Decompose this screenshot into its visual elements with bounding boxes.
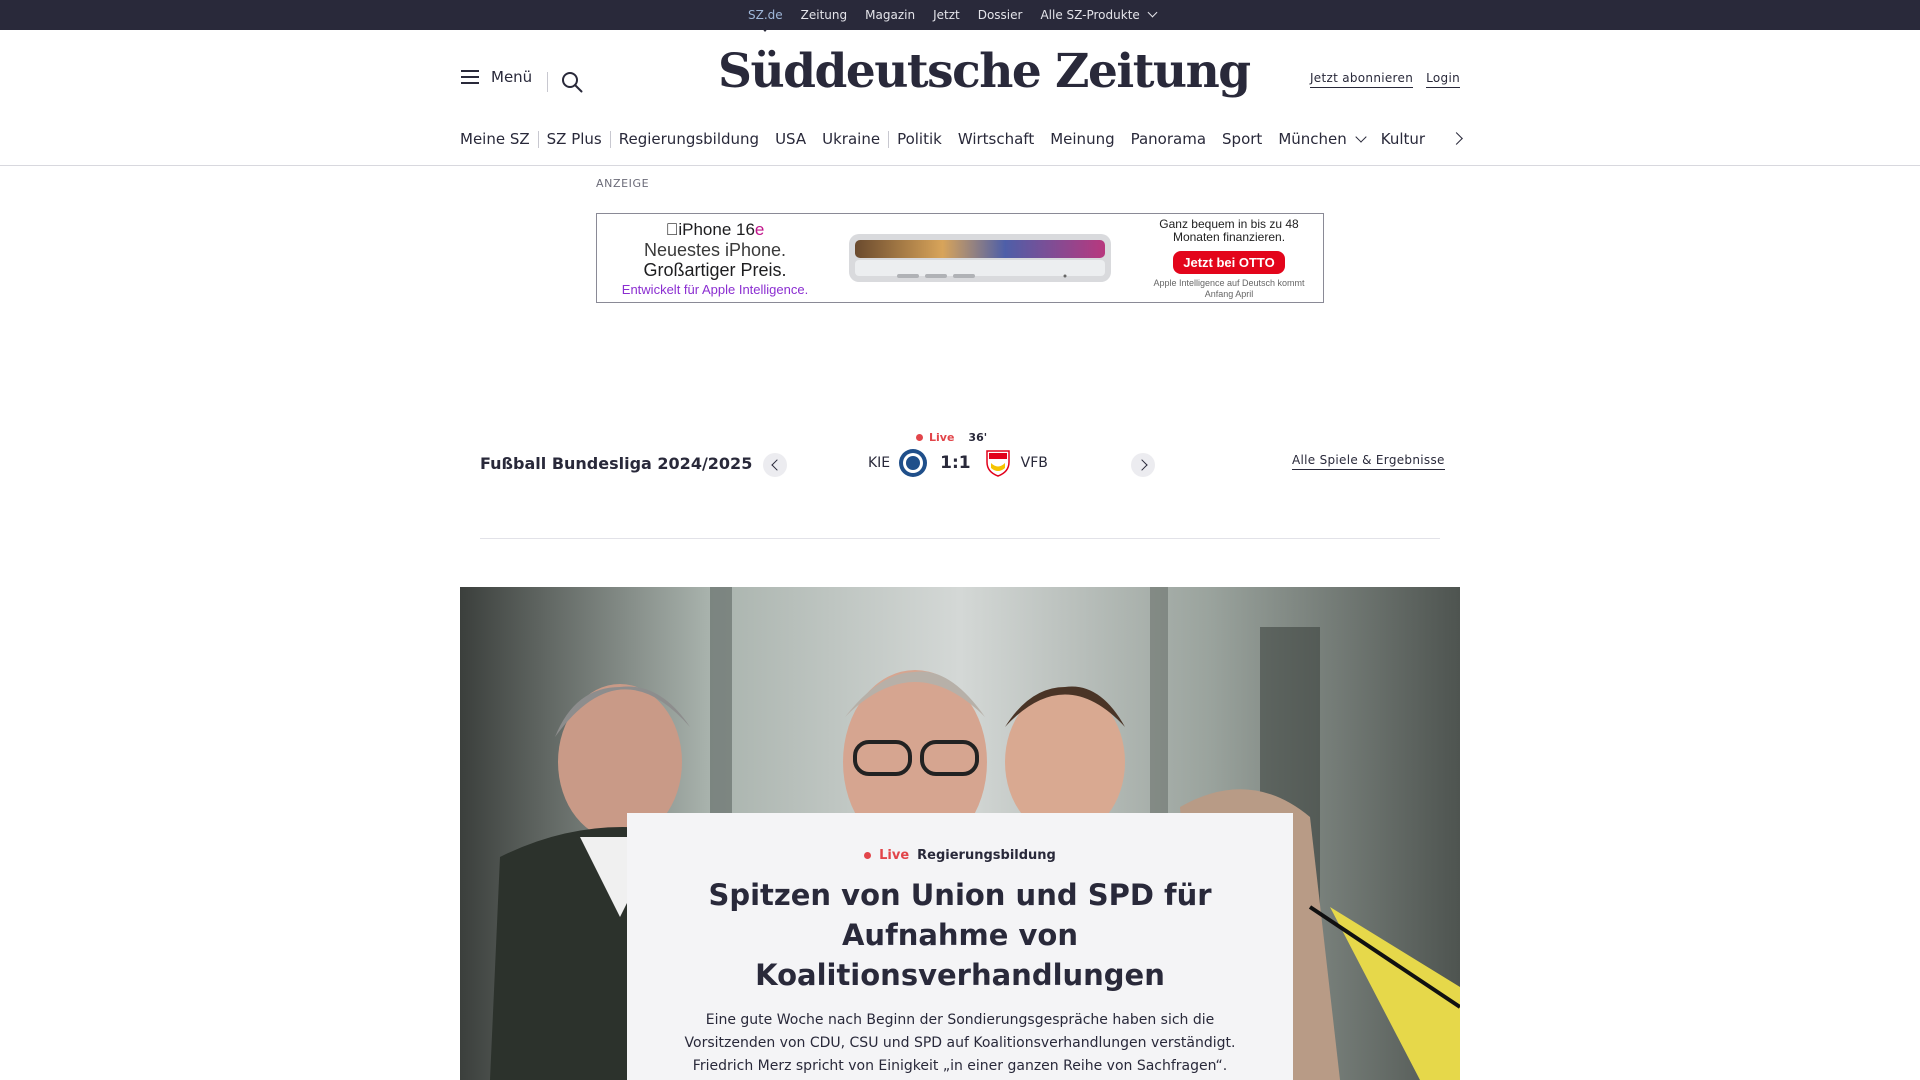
prev-match-button[interactable] xyxy=(763,453,787,477)
teaser-live-label: Live xyxy=(879,848,910,863)
league-title: Fußball Bundesliga 2024/2025 xyxy=(480,454,753,473)
nav-panorama[interactable]: Panorama xyxy=(1123,130,1214,148)
apple-logo-icon:  xyxy=(666,220,679,239)
nav-sz-plus[interactable]: SZ Plus xyxy=(539,130,610,148)
live-dot-icon xyxy=(864,852,872,859)
ad-product-name: iPhone 16 xyxy=(671,220,755,239)
teaser-lead: Eine gute Woche nach Beginn der Sondieru… xyxy=(684,1012,1236,1074)
ad-product: iPhone 16e xyxy=(615,220,815,240)
ad-ai-line: Entwickelt für Apple Intelligence. xyxy=(621,282,809,297)
header-divider xyxy=(547,72,548,92)
ad-label: ANZEIGE xyxy=(596,177,650,190)
logo[interactable]: Süddeutsche Zeitung xyxy=(718,44,1251,99)
nav-usa[interactable]: USA xyxy=(767,130,814,148)
topnav-sz-de[interactable]: SZ.de xyxy=(748,8,783,32)
topnav-all-products[interactable]: Alle SZ-Produkte xyxy=(1040,7,1158,22)
ad-financing: Ganz bequem in bis zu 48 Monaten finanzi… xyxy=(1159,217,1299,244)
login-link[interactable]: Login xyxy=(1426,71,1460,88)
search-icon[interactable] xyxy=(561,71,583,93)
nav-meinung[interactable]: Meinung xyxy=(1042,130,1122,148)
ad-copy: iPhone 16e Neuestes iPhone. Großartiger… xyxy=(615,220,815,297)
nav-sport[interactable]: Sport xyxy=(1214,130,1270,148)
lead-teaser[interactable]: Live Regierungsbildung Spitzen von Union… xyxy=(627,813,1293,1080)
nav-meine-sz[interactable]: Meine SZ xyxy=(460,130,538,148)
chevron-right-icon[interactable] xyxy=(1450,132,1463,145)
hamburger-icon xyxy=(461,70,479,84)
iphone-image xyxy=(849,234,1111,282)
home-team: KIE xyxy=(868,455,891,471)
live-dot-icon xyxy=(916,434,923,441)
nav-politik[interactable]: Politik xyxy=(889,130,950,148)
stuttgart-crest-icon xyxy=(985,450,1010,477)
chevron-down-icon xyxy=(1147,7,1158,18)
teaser-topic: Regierungsbildung xyxy=(917,848,1056,863)
ad-tagline-1: Neuestes iPhone. xyxy=(643,240,787,260)
chevron-down-icon xyxy=(1355,131,1367,143)
account-links: Jetzt abonnieren Login xyxy=(1309,71,1460,88)
away-team: VFB xyxy=(1020,455,1048,471)
nav-muenchen-label: München xyxy=(1278,130,1347,148)
topnav-magazin[interactable]: Magazin xyxy=(865,8,915,22)
ad-banner[interactable]: iPhone 16e Neuestes iPhone. Großartiger… xyxy=(596,213,1324,303)
match-minute: 36' xyxy=(968,431,988,444)
match-status: Live 36' xyxy=(916,431,987,444)
ad-offer: Ganz bequem in bis zu 48 Monaten finanzi… xyxy=(1149,218,1309,300)
kiel-crest-icon xyxy=(899,449,928,477)
nav-regierungsbildung[interactable]: Regierungsbildung xyxy=(611,130,767,148)
ad-cta-button[interactable]: Jetzt bei OTTO xyxy=(1173,251,1285,274)
nav-wirtschaft[interactable]: Wirtschaft xyxy=(950,130,1042,148)
match-score: 1:1 xyxy=(940,453,971,473)
topnav-zeitung[interactable]: Zeitung xyxy=(801,8,847,22)
nav-divider-line xyxy=(0,165,1920,166)
nav-muenchen[interactable]: München xyxy=(1270,130,1372,148)
scores-divider xyxy=(480,538,1440,539)
teaser-headline[interactable]: Spitzen von Union und SPD für Aufnahme v… xyxy=(680,875,1240,995)
teaser-meta: Live Regierungsbildung xyxy=(627,848,1293,863)
ad-tagline-2: Großartiger Preis. xyxy=(643,260,787,280)
top-bar: SZ.de Zeitung Magazin Jetzt Dossier Alle… xyxy=(0,0,1920,32)
next-match-button[interactable] xyxy=(1131,453,1155,477)
ad-product-suffix: e xyxy=(748,220,764,239)
top-nav: SZ.de Zeitung Magazin Jetzt Dossier Alle… xyxy=(748,0,1158,32)
menu-label: Menü xyxy=(491,68,533,86)
topnav-jetzt[interactable]: Jetzt xyxy=(933,8,960,22)
category-nav: Meine SZ SZ Plus Regierungsbildung USA U… xyxy=(460,130,1433,148)
live-label: Live xyxy=(929,431,955,444)
topnav-all-products-label: Alle SZ-Produkte xyxy=(1040,8,1140,22)
topnav-dossier[interactable]: Dossier xyxy=(978,8,1023,22)
ad-footnote: Apple Intelligence auf Deutsch kommt Anf… xyxy=(1153,278,1305,299)
match-card[interactable]: KIE 1:1 VFB xyxy=(868,448,1048,478)
nav-ukraine[interactable]: Ukraine xyxy=(814,130,888,148)
menu-button[interactable]: Menü xyxy=(461,68,532,86)
nav-kultur[interactable]: Kultur xyxy=(1373,130,1433,148)
subscribe-link[interactable]: Jetzt abonnieren xyxy=(1309,71,1414,88)
all-games-link[interactable]: Alle Spiele & Ergebnisse xyxy=(1292,453,1445,470)
